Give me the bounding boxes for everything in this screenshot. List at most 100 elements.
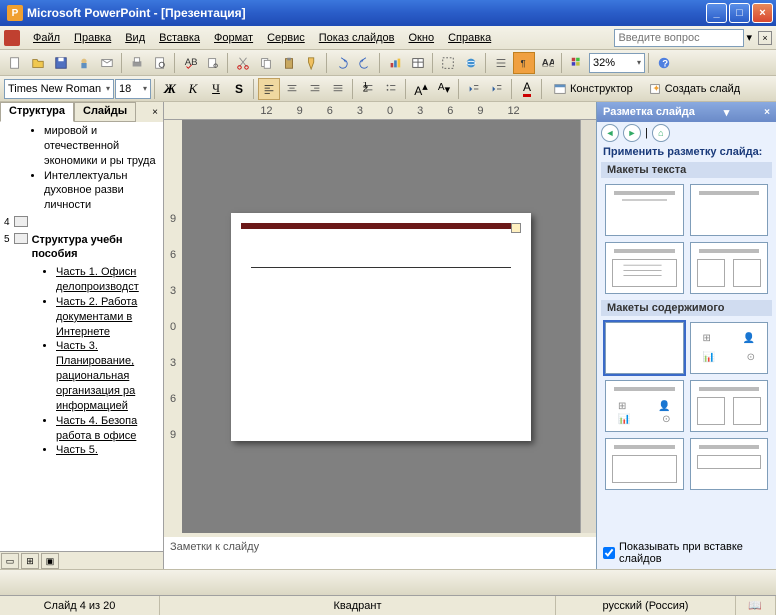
help-button[interactable]: ? [653,52,675,74]
help-dropdown-icon[interactable]: ▾ [746,31,752,44]
numbering-button[interactable]: 12 [357,78,379,100]
align-right-button[interactable] [304,78,326,100]
menu-window[interactable]: Окно [402,30,442,46]
layout-more-2[interactable] [690,438,769,490]
outline-link[interactable]: Часть 1. Офисн делопроизводст [56,265,159,295]
vertical-scrollbar[interactable] [580,120,596,533]
expand-button[interactable] [490,52,512,74]
menu-bar: Файл Правка Вид Вставка Формат Сервис По… [0,26,776,50]
paste-button[interactable] [278,52,300,74]
sorter-view-button[interactable]: ⊞ [21,553,39,569]
permission-button[interactable] [73,52,95,74]
menu-file[interactable]: Файл [26,30,67,46]
tab-outline[interactable]: Структура [0,102,74,122]
outline-slide-5[interactable]: 5 Структура учебн пособия [4,233,159,263]
minimize-button[interactable]: _ [706,3,727,23]
mdi-close-button[interactable]: × [758,31,772,45]
layout-title-content[interactable]: ⊞👤📊⊙ [605,380,684,432]
show-format-button[interactable]: ¶ [513,52,535,74]
menu-tools[interactable]: Сервис [260,30,312,46]
outline-link[interactable]: Часть 2. Работа документами в Интернете [56,295,159,340]
undo-button[interactable] [331,52,353,74]
outline-bullet[interactable]: Интеллектуальн духовное разви личности [44,169,159,214]
layout-title-slide[interactable] [605,184,684,236]
layout-content[interactable]: ⊞👤📊⊙ [690,322,769,374]
new-button[interactable] [4,52,26,74]
research-button[interactable] [202,52,224,74]
open-button[interactable] [27,52,49,74]
redo-button[interactable] [354,52,376,74]
menu-insert[interactable]: Вставка [152,30,207,46]
layout-more-1[interactable] [605,438,684,490]
close-button[interactable]: × [752,3,773,23]
outline-body[interactable]: мировой и отечественной экономики и ры т… [0,122,163,551]
color-button[interactable] [566,52,588,74]
outline-link[interactable]: Часть 5. [56,443,159,458]
section-text-layouts: Макеты текста [601,162,772,178]
zoom-combo[interactable]: 32%▾ [589,53,645,73]
font-name-combo[interactable]: Times New Roman▾ [4,79,114,99]
bold-button[interactable]: Ж [159,78,181,100]
layout-two-column[interactable] [690,242,769,294]
normal-view-button[interactable]: ▭ [1,553,19,569]
menu-slideshow[interactable]: Показ слайдов [312,30,402,46]
status-spellcheck-icon[interactable]: 📖 [736,596,776,615]
new-slide-button[interactable]: ✦Создать слайд [641,78,747,100]
outline-bullet[interactable]: мировой и отечественной экономики и ры т… [44,124,159,169]
preview-button[interactable] [149,52,171,74]
designer-button[interactable]: Конструктор [546,78,640,100]
outline-slide-4[interactable]: 4 [4,216,159,230]
copy-button[interactable] [255,52,277,74]
help-search-input[interactable] [614,29,744,47]
tabs-close-button[interactable]: × [147,102,163,122]
layout-title-text[interactable] [605,242,684,294]
slide-canvas[interactable] [182,120,580,533]
shadow-button[interactable]: S [228,78,250,100]
taskpane-header: Разметка слайда ▾ × [597,102,776,122]
align-center-button[interactable] [281,78,303,100]
menu-format[interactable]: Формат [207,30,260,46]
show-on-insert-checkbox[interactable] [603,547,615,559]
maximize-button[interactable]: □ [729,3,750,23]
taskpane-menu-icon[interactable]: ▾ [724,106,730,119]
taskpane-close-button[interactable]: × [764,107,770,118]
increase-indent-button[interactable] [486,78,508,100]
format-painter-button[interactable] [301,52,323,74]
nav-forward-button[interactable]: ► [623,124,641,142]
spellcheck-button[interactable]: ABC [179,52,201,74]
current-slide[interactable] [231,213,531,441]
tab-slides[interactable]: Слайды [74,102,136,122]
grid-button[interactable]: A̲A̲ [536,52,558,74]
underline-button[interactable]: Ч [205,78,227,100]
print-button[interactable] [126,52,148,74]
tables-borders-button[interactable] [437,52,459,74]
italic-button[interactable]: К [182,78,204,100]
outline-link[interactable]: Часть 3. Планирование, рациональная орга… [56,339,159,413]
font-color-button[interactable]: A [516,78,538,100]
align-justify-button[interactable] [327,78,349,100]
chart-button[interactable] [384,52,406,74]
bullets-button[interactable] [380,78,402,100]
status-language[interactable]: русский (Россия) [556,596,736,615]
table-button[interactable] [407,52,429,74]
align-left-button[interactable] [258,78,280,100]
notes-pane[interactable]: Заметки к слайду [164,533,596,569]
hyperlink-button[interactable] [460,52,482,74]
nav-back-button[interactable]: ◄ [601,124,619,142]
increase-font-button[interactable]: A▴ [410,78,432,100]
slideshow-view-button[interactable]: ▣ [41,553,59,569]
layout-blank[interactable] [605,322,684,374]
layout-title-two-content[interactable] [690,380,769,432]
cut-button[interactable] [232,52,254,74]
decrease-font-button[interactable]: A▾ [433,78,455,100]
nav-home-button[interactable]: ⌂ [652,124,670,142]
menu-view[interactable]: Вид [118,30,152,46]
menu-help[interactable]: Справка [441,30,498,46]
menu-edit[interactable]: Правка [67,30,118,46]
decrease-indent-button[interactable] [463,78,485,100]
email-button[interactable] [96,52,118,74]
save-button[interactable] [50,52,72,74]
font-size-combo[interactable]: 18▾ [115,79,151,99]
layout-title-only[interactable] [690,184,769,236]
outline-link[interactable]: Часть 4. Безопа работа в офисе [56,414,159,444]
